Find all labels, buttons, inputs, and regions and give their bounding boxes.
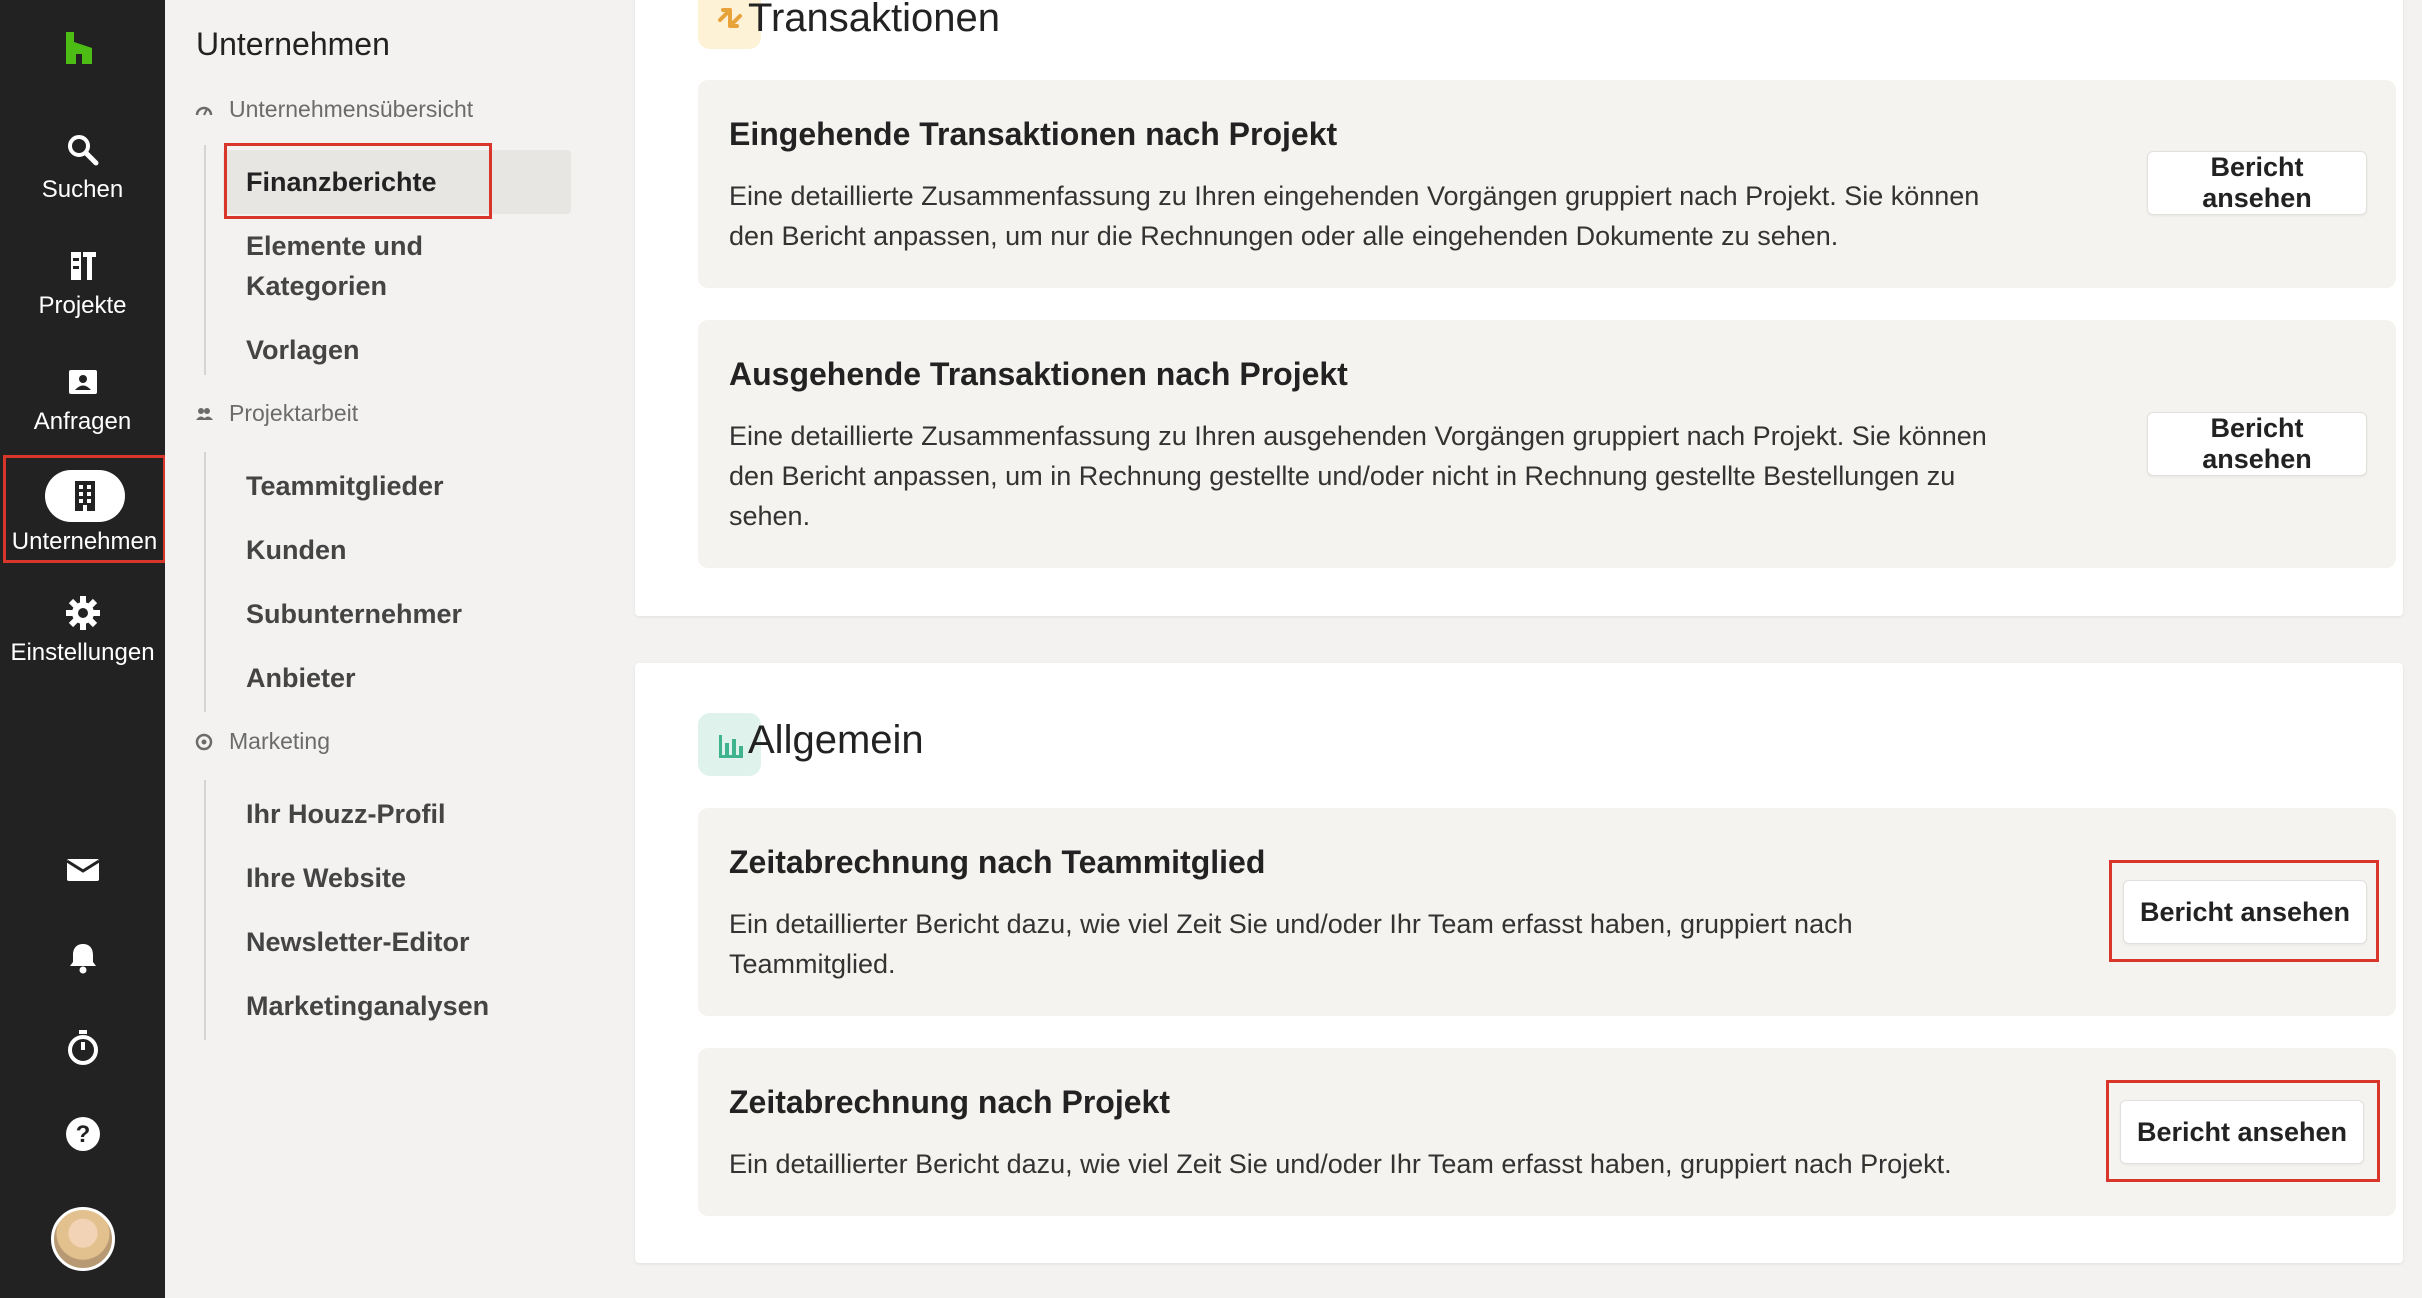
divider <box>204 780 206 1040</box>
rail-label: Unternehmen <box>11 528 158 555</box>
inquiries-icon <box>68 370 97 394</box>
svg-text:?: ? <box>75 1121 90 1148</box>
group-company-overview: Unternehmensübersicht <box>195 96 473 123</box>
description-line: den Bericht anpassen, um nur die Rechnun… <box>729 221 1839 251</box>
description-line: Ein detaillierter Bericht dazu, wie viel… <box>729 909 1853 939</box>
mail-icon <box>65 859 100 881</box>
timer-icon <box>67 1030 98 1065</box>
search-icon <box>67 135 98 166</box>
nav-item-vorlagen[interactable]: Vorlagen <box>246 330 360 370</box>
nav-item-elemente[interactable]: Elemente und Kategorien <box>246 226 546 306</box>
active-item-highlight <box>224 143 492 219</box>
description-line: Ein detaillierter Bericht dazu, wie viel… <box>729 1149 1952 1179</box>
button-highlight <box>2106 1080 2380 1182</box>
people-icon <box>196 407 213 420</box>
report-card: Ausgehende Transaktionen nach Projekt Ei… <box>698 320 2396 568</box>
rail-settings[interactable]: Einstellungen <box>0 593 165 667</box>
bell-icon <box>69 944 96 974</box>
divider <box>204 145 206 375</box>
section-title: Transaktionen <box>748 0 1000 40</box>
rail-projects[interactable]: Projekte <box>0 246 165 320</box>
group-label: Unternehmensübersicht <box>229 96 474 122</box>
divider <box>204 452 206 712</box>
description-line: Teammitglied. <box>729 949 896 979</box>
report-card: Zeitabrechnung nach Projekt Ein detailli… <box>698 1048 2396 1216</box>
card-title: Zeitabrechnung nach Projekt <box>729 1084 1170 1120</box>
rail-label: Projekte <box>38 292 127 319</box>
rail-label: Anfragen <box>33 408 132 435</box>
card-description: Eine detaillierte Zusammenfassung zu Ihr… <box>729 176 2049 256</box>
help-icon: ? <box>65 1117 100 1151</box>
gear-icon <box>65 596 100 630</box>
card-title: Zeitabrechnung nach Teammitglied <box>729 844 1266 880</box>
card-description: Eine detaillierte Zusammenfassung zu Ihr… <box>729 416 2049 536</box>
nav-item-newsletter[interactable]: Newsletter-Editor <box>246 922 470 962</box>
nav-item-subunternehmer[interactable]: Subunternehmer <box>246 594 462 634</box>
group-marketing: Marketing <box>195 728 330 755</box>
report-card: Zeitabrechnung nach Teammitglied Ein det… <box>698 808 2396 1016</box>
main-content: Transaktionen Eingehende Transaktionen n… <box>605 0 2422 1298</box>
group-label: Marketing <box>229 728 330 754</box>
left-rail: Suchen Projekte Anfragen Unternehmen Ein… <box>0 0 166 1298</box>
nav-item-website[interactable]: Ihre Website <box>246 858 406 898</box>
description-line: Eine detaillierte Zusammenfassung zu Ihr… <box>729 181 1980 211</box>
description-line: den Bericht anpassen, um in Rechnung ges… <box>729 461 1956 491</box>
section-general: Allgemein Zeitabrechnung nach Teammitgli… <box>635 663 2403 1263</box>
houzz-logo-icon[interactable] <box>62 30 96 66</box>
nav-item-houzz-profil[interactable]: Ihr Houzz-Profil <box>246 794 445 834</box>
button-highlight <box>2109 860 2379 962</box>
rail-label: Einstellungen <box>10 639 155 666</box>
nav-item-anbieter[interactable]: Anbieter <box>246 658 356 698</box>
card-description: Ein detaillierter Bericht dazu, wie viel… <box>729 1144 2109 1184</box>
subnav-title: Unternehmen <box>196 26 390 62</box>
building-icon <box>74 481 95 511</box>
view-report-button[interactable]: Bericht ansehen <box>2147 412 2367 476</box>
rail-label: Suchen <box>41 176 124 203</box>
notifications-button[interactable] <box>0 940 165 976</box>
avatar <box>50 1207 115 1271</box>
card-title: Ausgehende Transaktionen nach Projekt <box>729 356 1348 392</box>
report-card: Eingehende Transaktionen nach Projekt Ei… <box>698 80 2396 288</box>
rail-search[interactable]: Suchen <box>0 130 165 204</box>
active-pill <box>44 470 125 522</box>
timer-button[interactable] <box>0 1028 165 1066</box>
nav-item-kunden[interactable]: Kunden <box>246 530 347 570</box>
nav-item-teammitglieder[interactable]: Teammitglieder <box>246 466 444 506</box>
description-line: sehen. <box>729 501 811 531</box>
projects-icon <box>70 252 96 280</box>
card-title: Eingehende Transaktionen nach Projekt <box>729 116 1338 152</box>
profile-button[interactable] <box>0 1207 165 1271</box>
mail-button[interactable] <box>0 855 165 885</box>
dashboard-icon <box>195 106 213 115</box>
card-description: Ein detaillierter Bericht dazu, wie viel… <box>729 904 2049 984</box>
description-line: Eine detaillierte Zusammenfassung zu Ihr… <box>729 421 1987 451</box>
section-title: Allgemein <box>748 718 924 762</box>
rail-inquiries[interactable]: Anfragen <box>0 362 165 436</box>
secondary-nav: Unternehmen Unternehmensübersicht Finanz… <box>165 0 605 1298</box>
group-label: Projektarbeit <box>229 400 359 426</box>
rail-company[interactable]: Unternehmen <box>3 455 166 563</box>
marketing-icon <box>195 733 213 750</box>
group-project-work: Projektarbeit <box>195 400 358 427</box>
view-report-button[interactable]: Bericht ansehen <box>2147 151 2367 215</box>
help-button[interactable]: ? <box>0 1115 165 1153</box>
section-transactions: Transaktionen Eingehende Transaktionen n… <box>635 0 2403 616</box>
nav-item-marketinganalysen[interactable]: Marketinganalysen <box>246 986 489 1026</box>
